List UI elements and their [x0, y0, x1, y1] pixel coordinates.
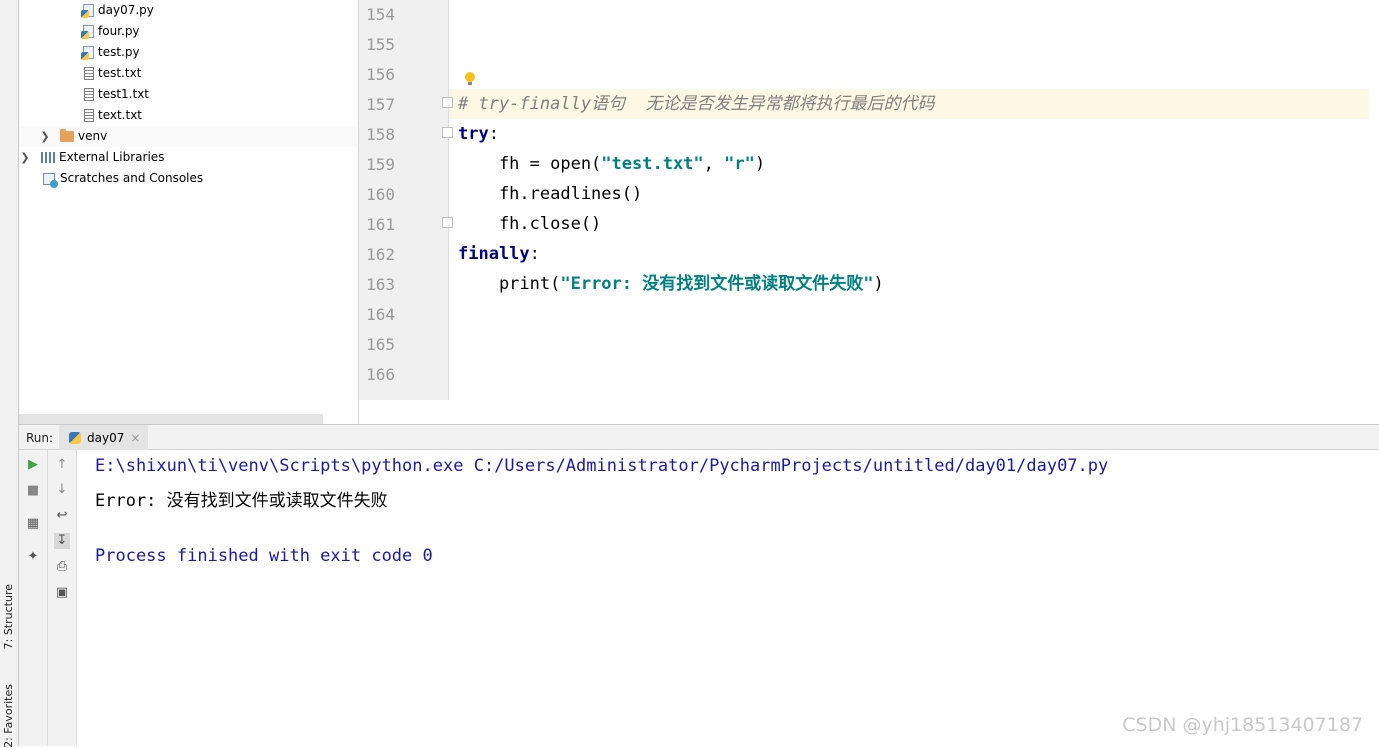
code-text: fh = open( — [458, 154, 602, 174]
text-file-icon — [84, 109, 94, 122]
line-number: 157 — [366, 95, 395, 114]
code-line-160: fh.readlines() — [458, 184, 643, 204]
fold-marker-icon[interactable] — [442, 127, 453, 138]
python-file-icon — [81, 4, 94, 18]
string-literal: "test.txt" — [601, 154, 704, 174]
code-text: ) — [873, 274, 884, 294]
line-number: 160 — [366, 185, 395, 204]
code-line-158: try: — [458, 119, 499, 149]
scroll-to-end-icon[interactable]: ↧ — [54, 533, 70, 549]
string-literal: "Error: 没有找到文件或读取文件失败" — [560, 274, 874, 294]
tree-item-label: test.py — [98, 45, 140, 59]
fold-marker-icon[interactable] — [442, 97, 453, 108]
tree-item-day07-py[interactable]: day07.py — [81, 0, 154, 21]
line-number: 158 — [366, 125, 395, 144]
keyword-try: try — [458, 124, 489, 144]
tree-item-label: Scratches and Consoles — [60, 171, 204, 185]
favorites-tab[interactable]: 2: Favorites — [2, 684, 16, 748]
tree-item-scratches[interactable]: Scratches and Consoles — [43, 168, 203, 189]
code-line-163: print("Error: 没有找到文件或读取文件失败") — [458, 269, 884, 299]
python-file-icon — [81, 25, 94, 39]
code-line-159: fh = open("test.txt", "r") — [458, 149, 765, 179]
console-line-output: Error: 没有找到文件或读取文件失败 — [95, 491, 388, 511]
console-line-command: E:\shixun\ti\venv\Scripts\python.exe C:/… — [95, 456, 1109, 476]
string-literal: "r" — [724, 154, 755, 174]
line-number: 155 — [366, 35, 395, 54]
soft-wrap-icon[interactable]: ↩ — [54, 508, 70, 524]
code-text: , — [703, 154, 725, 174]
tree-item-external-libraries[interactable]: ❯ External Libraries — [19, 147, 164, 168]
text-file-icon — [84, 88, 94, 101]
arrow-down-icon[interactable]: ↓ — [54, 482, 70, 498]
trash-icon[interactable]: ▣ — [54, 585, 70, 601]
chevron-right-icon[interactable]: ❯ — [19, 147, 31, 168]
code-editor[interactable]: 154 155 156 157 158 159 160 161 162 163 … — [359, 0, 1379, 400]
fold-marker-icon[interactable] — [442, 217, 453, 228]
lightbulb-icon[interactable] — [465, 72, 475, 85]
python-file-icon — [81, 46, 94, 60]
tree-item-test1-txt[interactable]: test1.txt — [84, 84, 149, 105]
layout-icon[interactable]: ▦ — [25, 516, 41, 532]
line-number: 164 — [366, 305, 395, 324]
code-text: ) — [754, 154, 766, 174]
line-number: 159 — [366, 155, 395, 174]
run-tab-label: day07 — [87, 430, 125, 445]
library-icon — [41, 152, 55, 163]
code-comment: # try-finally语句 无论是否发生异常都将执行最后的代码 — [458, 94, 935, 114]
run-icon[interactable]: ▶ — [25, 457, 41, 473]
keyword-finally: finally — [458, 244, 530, 264]
colon: : — [488, 124, 499, 144]
line-number: 154 — [366, 5, 395, 24]
tree-item-label: External Libraries — [59, 150, 165, 164]
line-number: 156 — [366, 65, 395, 84]
line-number: 163 — [366, 275, 395, 294]
close-icon[interactable]: × — [130, 431, 140, 445]
tree-item-test-py[interactable]: test.py — [81, 42, 140, 63]
line-gutter: 154 155 156 157 158 159 160 161 162 163 … — [359, 0, 453, 400]
run-panel-header: Run: day07 × — [19, 424, 1379, 450]
line-number: 165 — [366, 335, 395, 354]
run-console[interactable]: E:\shixun\ti\venv\Scripts\python.exe C:/… — [77, 450, 1379, 746]
tree-item-test-txt[interactable]: test.txt — [84, 63, 141, 84]
code-text: print( — [458, 274, 561, 294]
tree-item-label: test.txt — [98, 66, 142, 80]
run-toolbar-secondary: ↑ ↓ ↩ ↧ ⎙ ▣ — [48, 450, 77, 746]
scratches-icon — [43, 172, 58, 188]
structure-tab[interactable]: 7: Structure — [2, 584, 16, 649]
tree-item-label: four.py — [98, 24, 140, 38]
line-number: 166 — [366, 365, 395, 384]
tree-item-venv[interactable]: ❯ venv — [19, 126, 357, 147]
line-number: 161 — [366, 215, 395, 234]
run-toolbar-primary: ▶ ■ ▦ ✦ — [19, 450, 48, 746]
console-line-exit: Process finished with exit code 0 — [95, 546, 433, 566]
tree-item-label: day07.py — [98, 3, 154, 17]
arrow-up-icon[interactable]: ↑ — [54, 457, 70, 473]
watermark: CSDN @yhj18513407187 — [1122, 714, 1363, 736]
line-number: 162 — [366, 245, 395, 264]
tree-item-label: venv — [78, 129, 108, 143]
code-line-161: fh.close() — [458, 214, 602, 234]
folder-icon — [60, 129, 74, 142]
horizontal-scrollbar[interactable] — [19, 414, 323, 424]
chevron-right-icon[interactable]: ❯ — [39, 126, 51, 147]
stop-icon[interactable]: ■ — [25, 483, 41, 499]
tree-item-label: test1.txt — [98, 87, 150, 101]
tree-item-text-txt[interactable]: text.txt — [84, 105, 142, 126]
project-tree: day07.py four.py test.py test.txt test1.… — [19, 0, 359, 424]
pin-icon[interactable]: ✦ — [25, 549, 41, 565]
python-icon — [69, 431, 81, 444]
tree-item-label: text.txt — [98, 108, 143, 122]
tree-item-four-py[interactable]: four.py — [81, 21, 140, 42]
left-tool-stripe: 7: Structure 2: Favorites — [0, 0, 19, 748]
text-file-icon — [84, 67, 94, 80]
editor-vertical-scrollbar[interactable] — [1369, 0, 1379, 400]
run-label: Run: — [26, 431, 54, 445]
print-icon[interactable]: ⎙ — [54, 559, 70, 575]
run-tab-day07[interactable]: day07 × — [59, 425, 149, 450]
colon: : — [529, 244, 540, 264]
code-line-162: finally: — [458, 239, 540, 269]
